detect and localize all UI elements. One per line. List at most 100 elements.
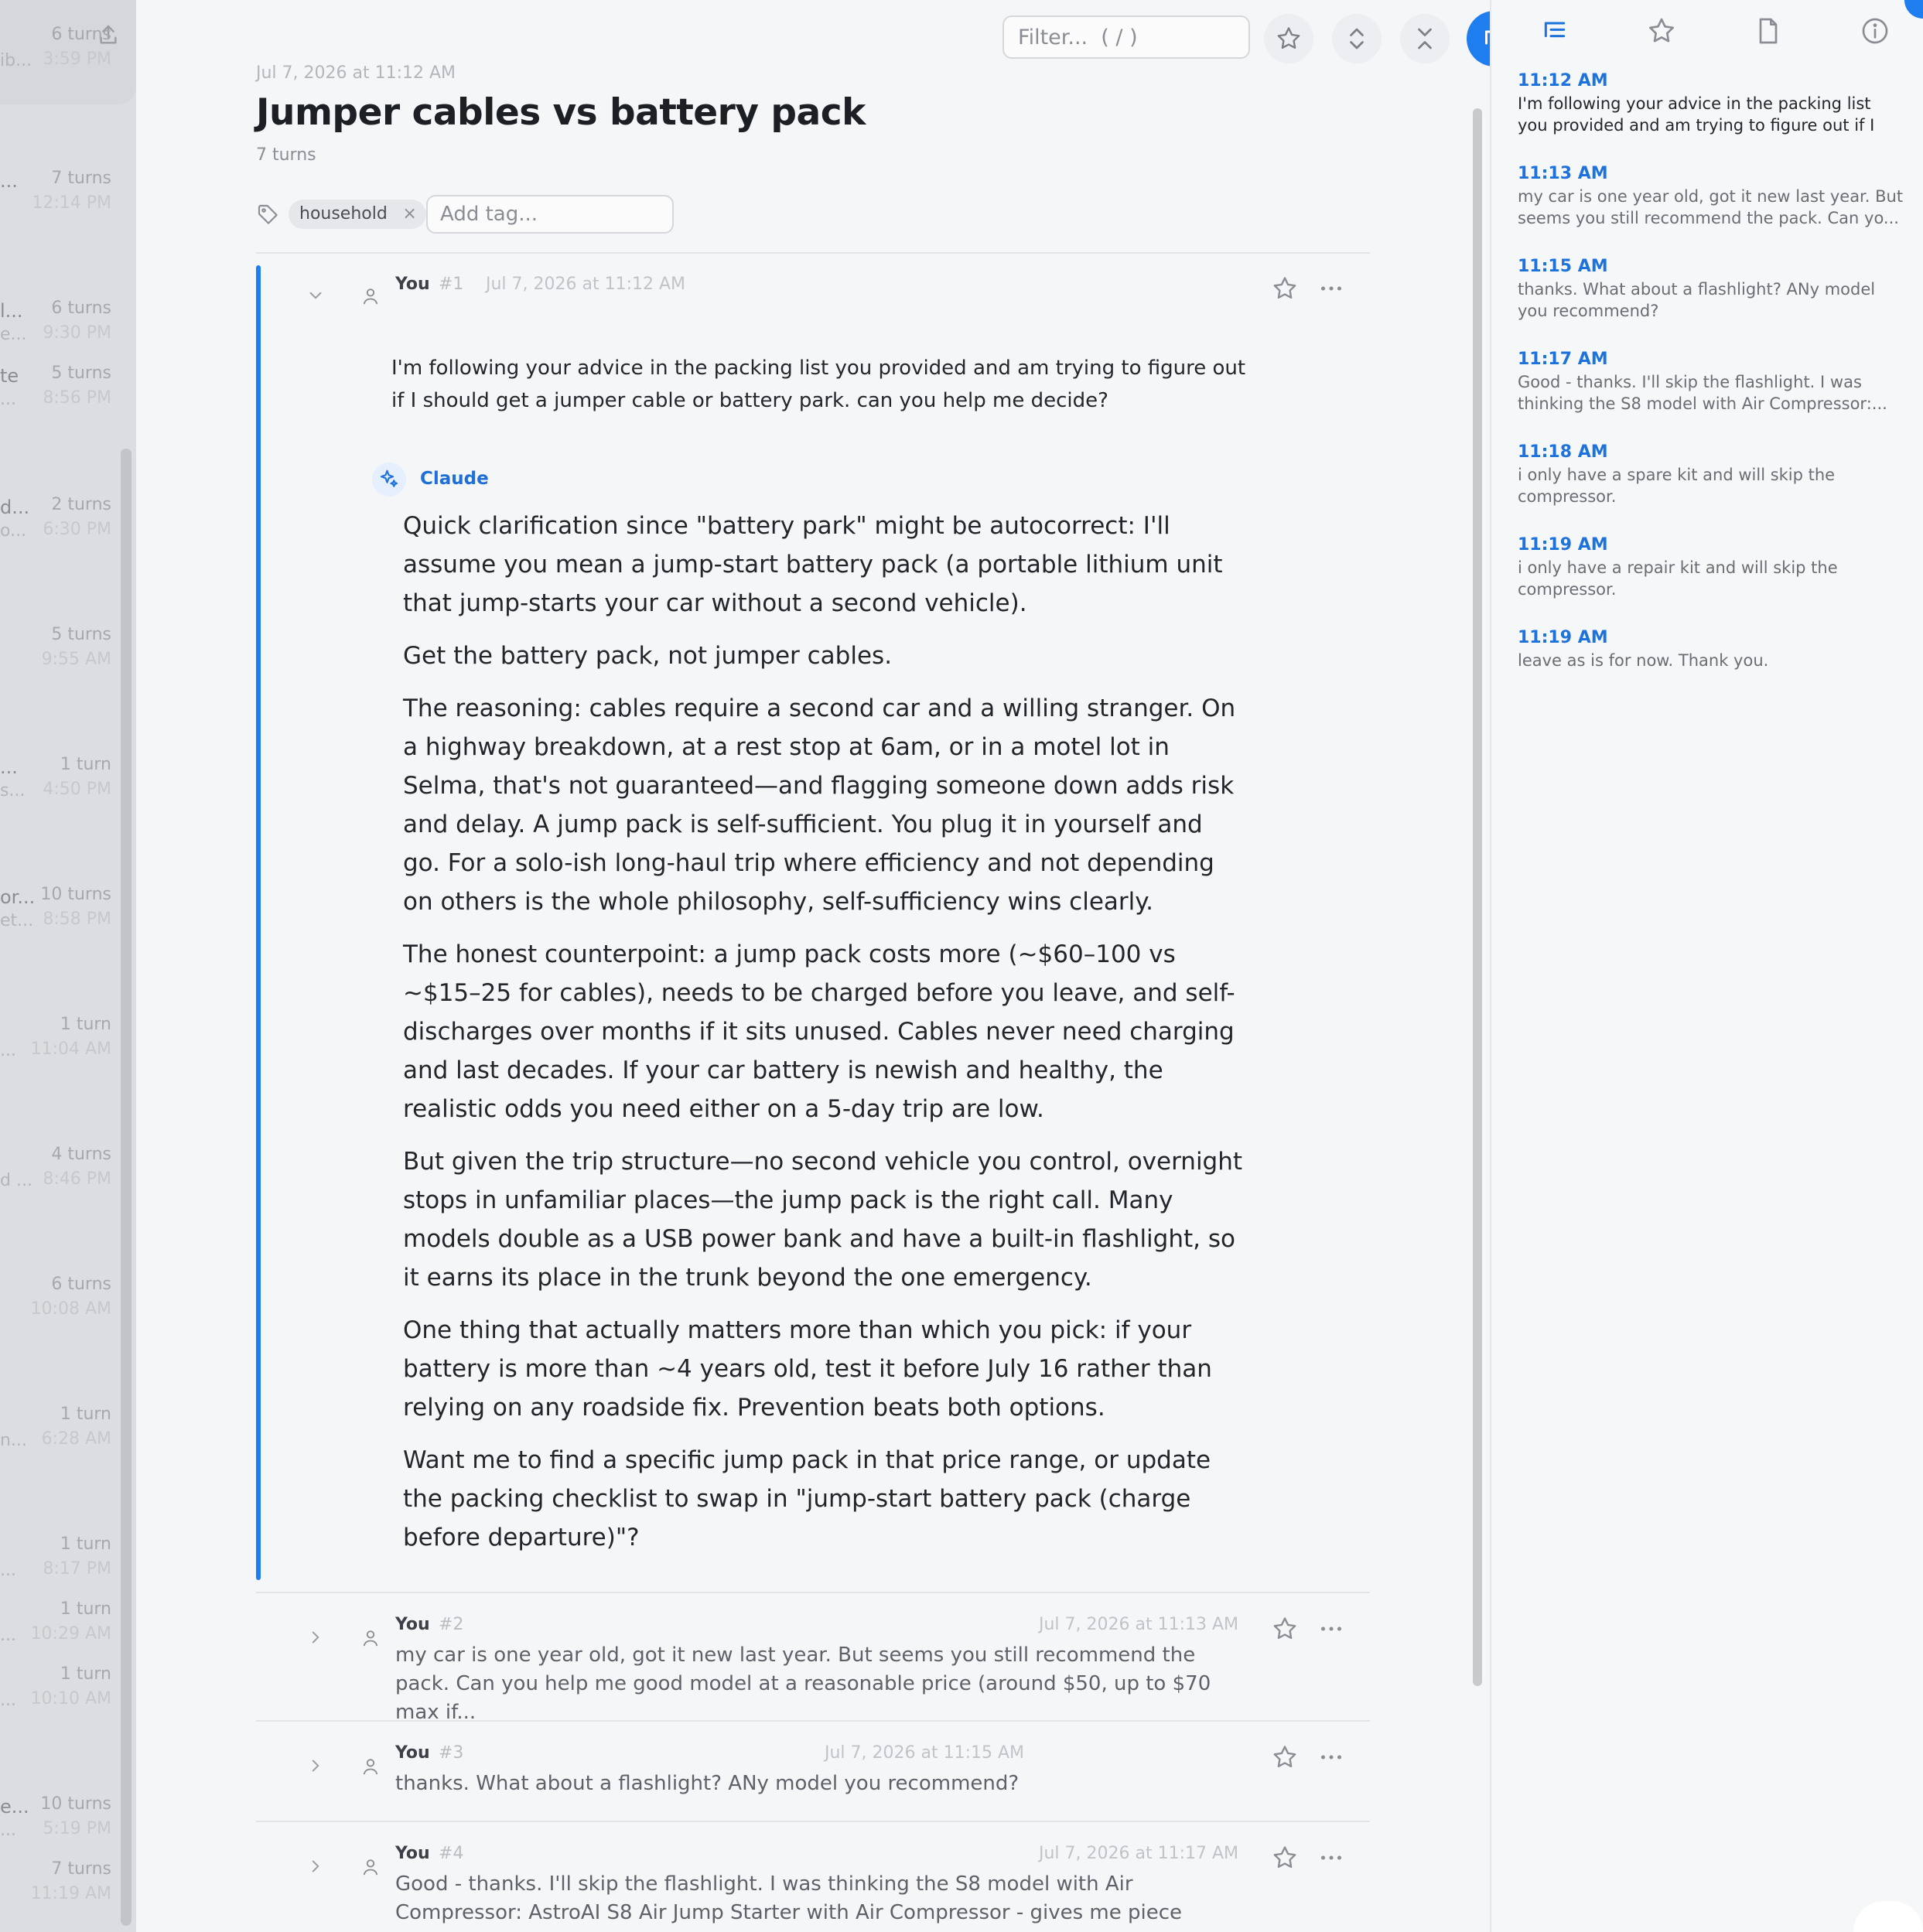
star-icon[interactable]	[1646, 15, 1677, 46]
user-icon	[363, 1630, 378, 1647]
main-scrollbar[interactable]	[1473, 108, 1482, 1686]
more-options-icon[interactable]	[1317, 1615, 1345, 1643]
sidebar-item-turns: 2 turns	[51, 495, 111, 514]
reply-paragraph: But given the trip structure—no second v…	[403, 1148, 1243, 1292]
outline-entry[interactable]: 11:18 AM i only have a spare kit and wil…	[1518, 441, 1904, 507]
sidebar-conversation-item[interactable]: ... 7 turns 12:14 PM	[0, 167, 124, 213]
outline-entry[interactable]: 11:19 AM leave as is for now. Thank you.	[1518, 626, 1904, 693]
turn-2-collapsed[interactable]: You #2 Jul 7, 2026 at 11:13 AM my car is…	[256, 1606, 1370, 1724]
assistant-avatar	[372, 463, 406, 497]
turn-date: Jul 7, 2026 at 11:13 AM	[1038, 1615, 1238, 1634]
more-options-icon[interactable]	[1317, 1844, 1345, 1872]
sidebar-item-subtitle: ib...	[0, 51, 32, 70]
sidebar-item-turns: 10 turns	[40, 885, 111, 904]
info-icon[interactable]	[1860, 15, 1891, 46]
sidebar-item-title: te	[0, 365, 19, 387]
chevron-right-icon[interactable]	[306, 1756, 326, 1776]
outline-list-icon[interactable]	[1539, 15, 1570, 46]
outline-entry[interactable]: 11:12 AM I'm following your advice in th…	[1518, 70, 1904, 136]
turn-preview: Good - thanks. I'll skip the flashlight.…	[395, 1872, 1183, 1932]
more-options-icon[interactable]	[1317, 275, 1345, 302]
outline-entry[interactable]: 11:13 AM my car is one year old, got it …	[1518, 162, 1904, 229]
star-icon[interactable]	[1271, 275, 1299, 302]
sidebar-item-title: or...	[0, 886, 36, 908]
tag-chip-household[interactable]: household ×	[289, 200, 426, 229]
sidebar-conversation-item[interactable]: e...... 10 turns 5:19 PM	[0, 1793, 124, 1840]
sidebar-conversation-item[interactable]: 6 turns 10:08 AM	[0, 1273, 124, 1319]
user-message: I'm following your advice in the packing…	[391, 357, 1246, 412]
star-filter-button[interactable]	[1264, 14, 1313, 63]
sidebar-conversation-item[interactable]: d ... 4 turns 8:46 PM	[0, 1143, 124, 1190]
turn-number: #1	[439, 275, 464, 294]
sidebar-item-subtitle: ...	[0, 390, 16, 409]
sidebar-conversation-item[interactable]: n... 1 turn 6:28 AM	[0, 1403, 124, 1450]
filter-input[interactable]	[1002, 15, 1250, 59]
turn-3-collapsed[interactable]: You #3 Jul 7, 2026 at 11:15 AM thanks. W…	[256, 1734, 1370, 1819]
turn-4-collapsed[interactable]: You #4 Jul 7, 2026 at 11:17 AM Good - th…	[256, 1835, 1370, 1932]
sidebar-item-time: 9:30 PM	[43, 323, 111, 343]
sidebar-conversation-item[interactable]: te... 5 turns 8:56 PM	[0, 362, 124, 409]
chevron-down-icon[interactable]	[306, 285, 326, 306]
sidebar-conversation-item[interactable]: ... 1 turn 10:29 AM	[0, 1598, 124, 1645]
sidebar-conversation-item[interactable]: ... s... 1 turn 4:50 PM	[0, 753, 124, 800]
sidebar-item-time: 10:08 AM	[30, 1299, 111, 1319]
turns-count: 7 turns	[256, 145, 316, 165]
sidebar-item-turns: 6 turns	[51, 1275, 111, 1294]
expand-all-button[interactable]	[1332, 14, 1382, 63]
tag-label: household	[299, 204, 388, 224]
sidebar-item-subtitle: s...	[0, 781, 26, 800]
chevron-right-icon[interactable]	[306, 1856, 326, 1876]
conversation-date: Jul 7, 2026 at 11:12 AM	[256, 63, 456, 83]
sidebar-item-title: e...	[0, 1796, 29, 1818]
remove-tag-icon[interactable]: ×	[402, 200, 416, 229]
sidebar-item-turns: 10 turns	[40, 1794, 111, 1814]
sidebar-item-time: 3:59 PM	[43, 49, 111, 69]
sidebar-item-subtitle: ...	[0, 1041, 16, 1060]
sidebar-conversation-item[interactable]: l... e... 6 turns 9:30 PM	[0, 297, 124, 344]
outline-entry[interactable]: 11:19 AM i only have a repair kit and wi…	[1518, 534, 1904, 600]
sidebar-item-turns: 5 turns	[51, 625, 111, 644]
outline-panel: 11:12 AM I'm following your advice in th…	[1490, 0, 1923, 1932]
sidebar-item-turns: 7 turns	[51, 169, 111, 188]
turn-date: Jul 7, 2026 at 11:15 AM	[825, 1743, 1025, 1763]
add-tag-input[interactable]	[426, 195, 674, 234]
star-icon[interactable]	[1271, 1743, 1299, 1771]
collapse-all-button[interactable]	[1400, 14, 1450, 63]
sidebar-item-turns: 1 turn	[60, 1599, 111, 1619]
chevron-right-icon[interactable]	[306, 1627, 326, 1647]
sidebar-item-turns: 6 turns	[51, 299, 111, 318]
expand-icon	[1350, 28, 1364, 49]
sidebar-item-turns: 5 turns	[51, 364, 111, 383]
sidebar-conversation-item[interactable]: ... 1 turn 10:10 AM	[0, 1663, 124, 1710]
sidebar-item-subtitle: ...	[0, 1691, 16, 1710]
star-icon[interactable]	[1271, 1844, 1299, 1872]
selected-turn-indicator	[256, 265, 261, 1580]
sparkle-icon	[380, 469, 398, 487]
floating-widget[interactable]	[1853, 1901, 1923, 1932]
sidebar-conversation-item[interactable]: ... 1 turn 8:17 PM	[0, 1533, 124, 1580]
sidebar-conversation-item[interactable]: 7 turns 11:19 AM	[0, 1858, 124, 1904]
sidebar-item-time: 11:04 AM	[30, 1039, 111, 1059]
turn-number: #2	[439, 1615, 464, 1634]
sidebar-item-title: ...	[0, 170, 18, 192]
document-icon[interactable]	[1753, 15, 1784, 46]
sidebar-conversation-item[interactable]: d... o... 2 turns 6:30 PM	[0, 493, 124, 541]
sidebar-conversation-item[interactable]: ib... 6 turns 3:59 PM	[0, 23, 124, 70]
sidebar-conversation-item[interactable]: 5 turns 9:55 AM	[0, 623, 124, 670]
outline-entry[interactable]: 11:15 AM thanks. What about a flashlight…	[1518, 255, 1904, 322]
star-icon[interactable]	[1271, 1615, 1299, 1643]
turn-preview: thanks. What about a flashlight? ANy mod…	[395, 1772, 1020, 1795]
more-options-icon[interactable]	[1317, 1743, 1345, 1771]
outline-entry-time: 11:19 AM	[1518, 628, 1608, 647]
sidebar-item-time: 4:50 PM	[43, 780, 111, 799]
outline-entry-text: i only have a repair kit and will skip t…	[1518, 558, 1838, 599]
turn-number: #3	[439, 1743, 464, 1763]
tag-icon	[258, 204, 278, 224]
sidebar-item-time: 8:56 PM	[43, 388, 111, 408]
sidebar-item-subtitle: o...	[0, 521, 27, 541]
sidebar-conversation-item[interactable]: ... 1 turn 11:04 AM	[0, 1013, 124, 1060]
sidebar-conversation-item[interactable]: or... et... 10 turns 8:58 PM	[0, 883, 124, 930]
user-icon	[363, 1759, 378, 1775]
outline-entry[interactable]: 11:17 AM Good - thanks. I'll skip the fl…	[1518, 348, 1904, 415]
sidebar-scrollbar[interactable]	[121, 449, 132, 1926]
